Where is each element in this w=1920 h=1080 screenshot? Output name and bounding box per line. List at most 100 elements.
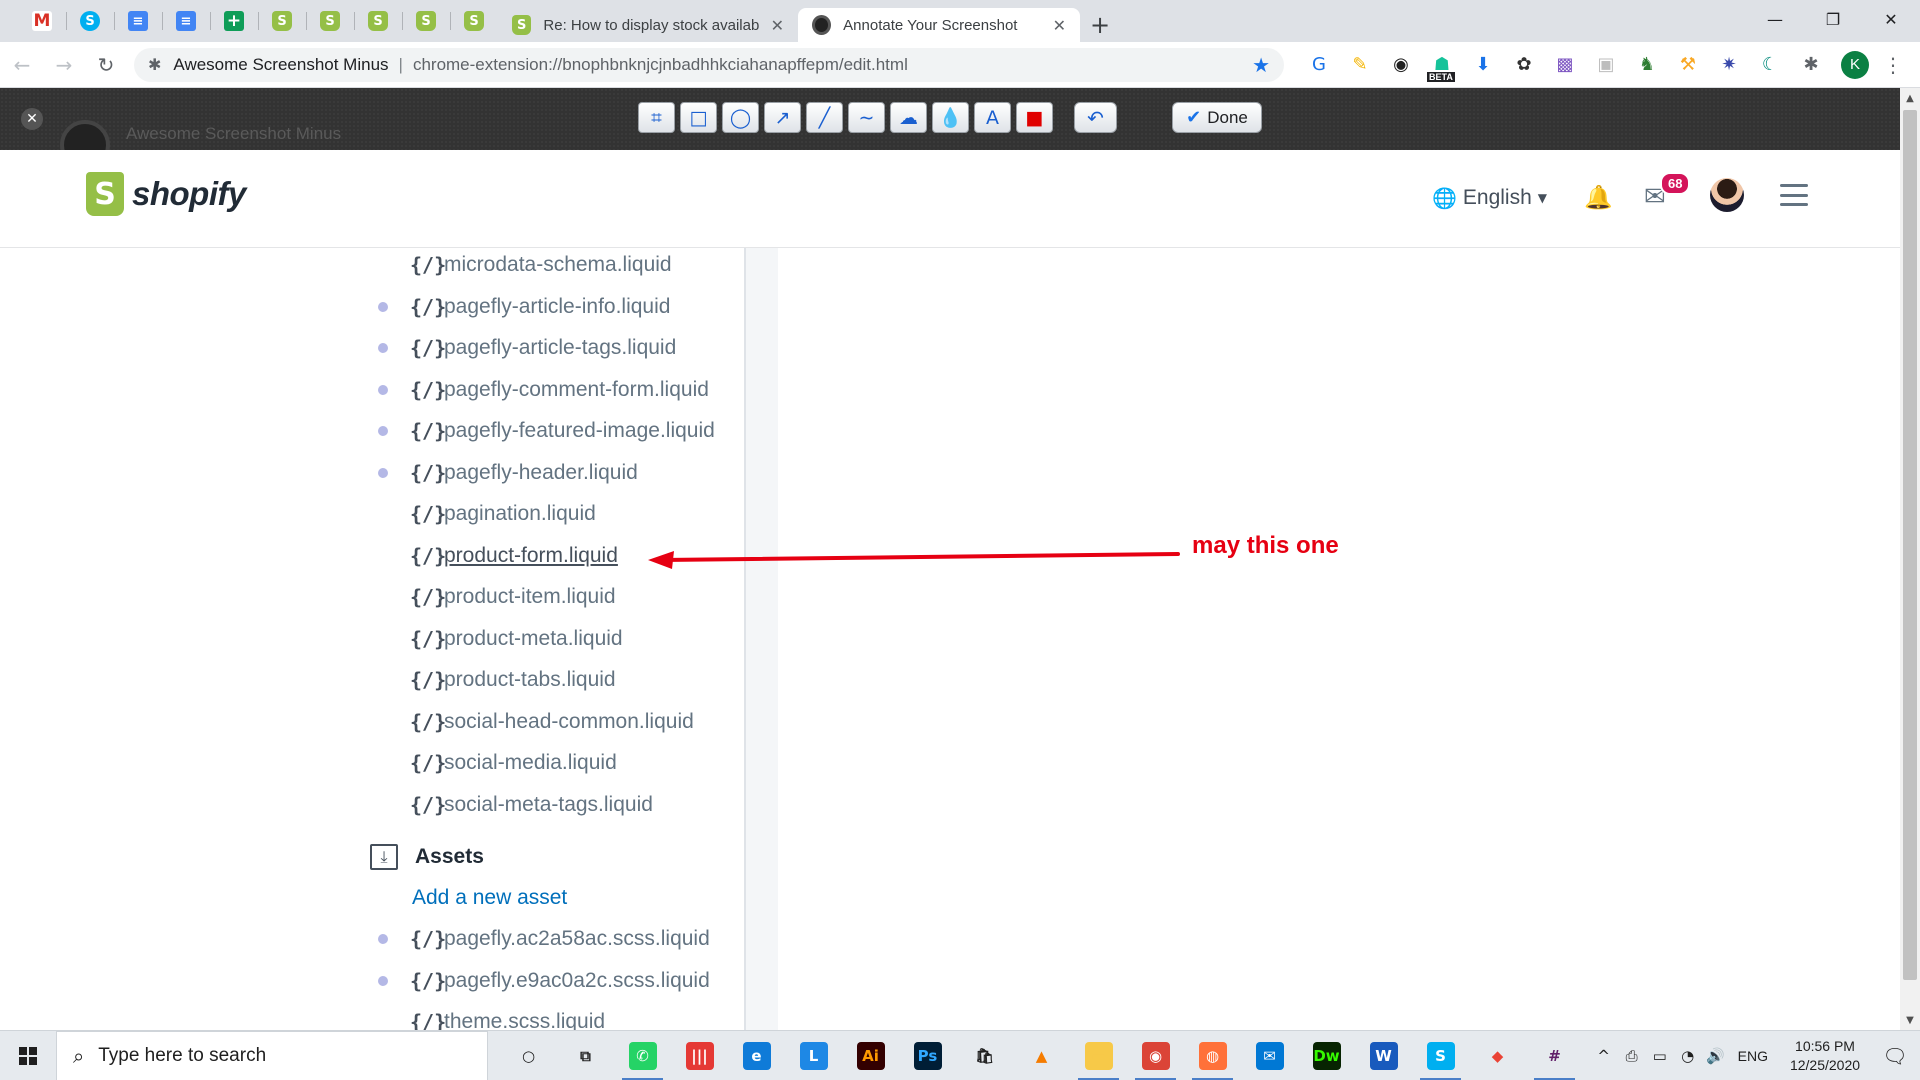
taskbar-app[interactable]: ⧉	[557, 1031, 614, 1080]
tray-meet-icon[interactable]: ⎙	[1618, 1047, 1646, 1065]
ellipse-tool[interactable]: ◯	[722, 102, 759, 133]
restore-button[interactable]: ❐	[1804, 0, 1862, 38]
bookmark-star-icon[interactable]: ★	[1252, 53, 1270, 77]
undo-button[interactable]: ↶	[1074, 102, 1117, 133]
language-selector[interactable]: 🌐 English ▼	[1432, 186, 1547, 210]
file-name[interactable]: product-meta.liquid	[444, 627, 623, 651]
crop-tool[interactable]: ⌗	[638, 102, 675, 133]
notifications-icon[interactable]: 🗨	[1870, 1044, 1920, 1068]
pinned-tab[interactable]: ≡	[114, 0, 162, 42]
close-icon[interactable]: ✕	[771, 16, 784, 35]
address-bar[interactable]: ✱ Awesome Screenshot Minus | chrome-exte…	[134, 47, 1284, 82]
volume-icon[interactable]: 🔊	[1702, 1047, 1730, 1065]
panel-divider[interactable]	[744, 248, 778, 1030]
download-icon[interactable]: ⬇	[1466, 48, 1500, 82]
rectangle-tool[interactable]: □	[680, 102, 717, 133]
battery-icon[interactable]: ▭	[1646, 1047, 1674, 1065]
scroll-thumb[interactable]	[1903, 110, 1917, 980]
close-icon[interactable]: ✕	[1053, 16, 1066, 35]
add-asset-link[interactable]: Add a new asset	[412, 886, 567, 910]
taskbar-app[interactable]: L	[785, 1031, 842, 1080]
refresh-c-icon[interactable]: ☾	[1753, 48, 1787, 82]
pinned-tab[interactable]: M	[18, 0, 66, 42]
page-scrollbar[interactable]: ▲ ▼	[1900, 88, 1920, 1030]
taskbar-app[interactable]: W	[1355, 1031, 1412, 1080]
hammer-icon[interactable]: ⚒	[1671, 48, 1705, 82]
taskbar-app[interactable]: ◉	[1127, 1031, 1184, 1080]
text-tool[interactable]: A	[974, 102, 1011, 133]
start-button[interactable]	[0, 1031, 56, 1080]
file-name[interactable]: microdata-schema.liquid	[444, 253, 672, 277]
seo-icon[interactable]: ♞	[1630, 48, 1664, 82]
file-name[interactable]: pagefly-article-info.liquid	[444, 295, 670, 319]
grey-square-icon[interactable]: ▣	[1589, 48, 1623, 82]
pinned-tab[interactable]: S	[306, 0, 354, 42]
file-name[interactable]: pagefly-comment-form.liquid	[444, 378, 709, 402]
clock[interactable]: 10:56 PM 12/25/2020	[1780, 1037, 1870, 1075]
color-square-icon[interactable]: ▩	[1548, 48, 1582, 82]
file-name[interactable]: pagefly-header.liquid	[444, 461, 638, 485]
pinned-tab[interactable]: S	[258, 0, 306, 42]
curve-tool[interactable]: ∼	[848, 102, 885, 133]
arrow-tool[interactable]: ↗	[764, 102, 801, 133]
taskbar-app[interactable]: ◆	[1469, 1031, 1526, 1080]
line-tool[interactable]: ╱	[806, 102, 843, 133]
back-button[interactable]: ←	[2, 45, 42, 85]
new-tab-button[interactable]: +	[1080, 8, 1120, 42]
sparkle-icon[interactable]: ✷	[1712, 48, 1746, 82]
pinned-tab[interactable]: S	[354, 0, 402, 42]
file-name[interactable]: pagefly.ac2a58ac.scss.liquid	[444, 927, 710, 951]
file-name[interactable]: social-head-common.liquid	[444, 710, 694, 734]
taskbar-app[interactable]: #	[1526, 1031, 1583, 1080]
user-avatar[interactable]	[1710, 178, 1744, 212]
hamburger-menu-icon[interactable]	[1780, 184, 1808, 206]
file-name[interactable]: pagination.liquid	[444, 502, 596, 526]
blur-drop-tool[interactable]: 💧	[932, 102, 969, 133]
wifi-icon[interactable]: ◔	[1674, 1047, 1702, 1065]
scroll-up-arrow-icon[interactable]: ▲	[1900, 88, 1920, 108]
forward-button[interactable]: →	[44, 45, 84, 85]
minimize-button[interactable]: —	[1746, 0, 1804, 38]
file-name[interactable]: social-meta-tags.liquid	[444, 793, 653, 817]
file-name[interactable]: pagefly.e9ac0a2c.scss.liquid	[444, 969, 710, 993]
scroll-down-arrow-icon[interactable]: ▼	[1900, 1010, 1920, 1030]
pinned-tab[interactable]: ≡	[162, 0, 210, 42]
close-editor-button[interactable]: ✕	[21, 108, 43, 130]
tray-chevron-icon[interactable]: ^	[1590, 1047, 1618, 1065]
translate-icon[interactable]: G	[1302, 48, 1336, 82]
file-name[interactable]: product-form.liquid	[444, 544, 618, 568]
highlighter-icon[interactable]: ✎	[1343, 48, 1377, 82]
taskbar-app[interactable]: |||	[671, 1031, 728, 1080]
input-language[interactable]: ENG	[1738, 1048, 1768, 1064]
profile-avatar[interactable]: K	[1841, 50, 1869, 79]
shopify-logo[interactable]: S shopify	[86, 172, 246, 216]
file-name[interactable]: pagefly-article-tags.liquid	[444, 336, 676, 360]
tab-annotate-screenshot[interactable]: Annotate Your Screenshot ✕	[798, 8, 1080, 42]
palette-icon[interactable]: ✿	[1507, 48, 1541, 82]
taskbar-app[interactable]: Dw	[1298, 1031, 1355, 1080]
taskbar-app[interactable]: ○	[500, 1031, 557, 1080]
file-name[interactable]: social-media.liquid	[444, 751, 617, 775]
file-name[interactable]: pagefly-featured-image.liquid	[444, 419, 715, 443]
taskbar-app[interactable]: S	[1412, 1031, 1469, 1080]
extensions-puzzle-icon[interactable]: ✱	[1794, 48, 1828, 82]
pinned-tab[interactable]: S	[450, 0, 498, 42]
file-name[interactable]: product-item.liquid	[444, 585, 616, 609]
pinned-tab[interactable]: S	[66, 0, 114, 42]
taskbar-search[interactable]: ⌕ Type here to search	[56, 1030, 488, 1080]
grammar-beta-icon[interactable]: ☗ BETA	[1425, 48, 1459, 82]
taskbar-app[interactable]: e	[728, 1031, 785, 1080]
pinned-tab[interactable]: +	[210, 0, 258, 42]
color-tool[interactable]: ■	[1016, 102, 1053, 133]
taskbar-app[interactable]: 🛍	[956, 1031, 1013, 1080]
taskbar-app[interactable]: ✆	[614, 1031, 671, 1080]
bell-icon[interactable]: 🔔	[1584, 184, 1613, 211]
file-name[interactable]: product-tabs.liquid	[444, 668, 616, 692]
taskbar-app[interactable]: ✉	[1241, 1031, 1298, 1080]
blur-tool[interactable]: ☁	[890, 102, 927, 133]
taskbar-app[interactable]: Ai	[842, 1031, 899, 1080]
pinned-tab[interactable]: S	[402, 0, 450, 42]
taskbar-app[interactable]: ▬	[1070, 1031, 1127, 1080]
file-name[interactable]: theme.scss.liquid	[444, 1010, 605, 1030]
taskbar-app[interactable]: ▲	[1013, 1031, 1070, 1080]
